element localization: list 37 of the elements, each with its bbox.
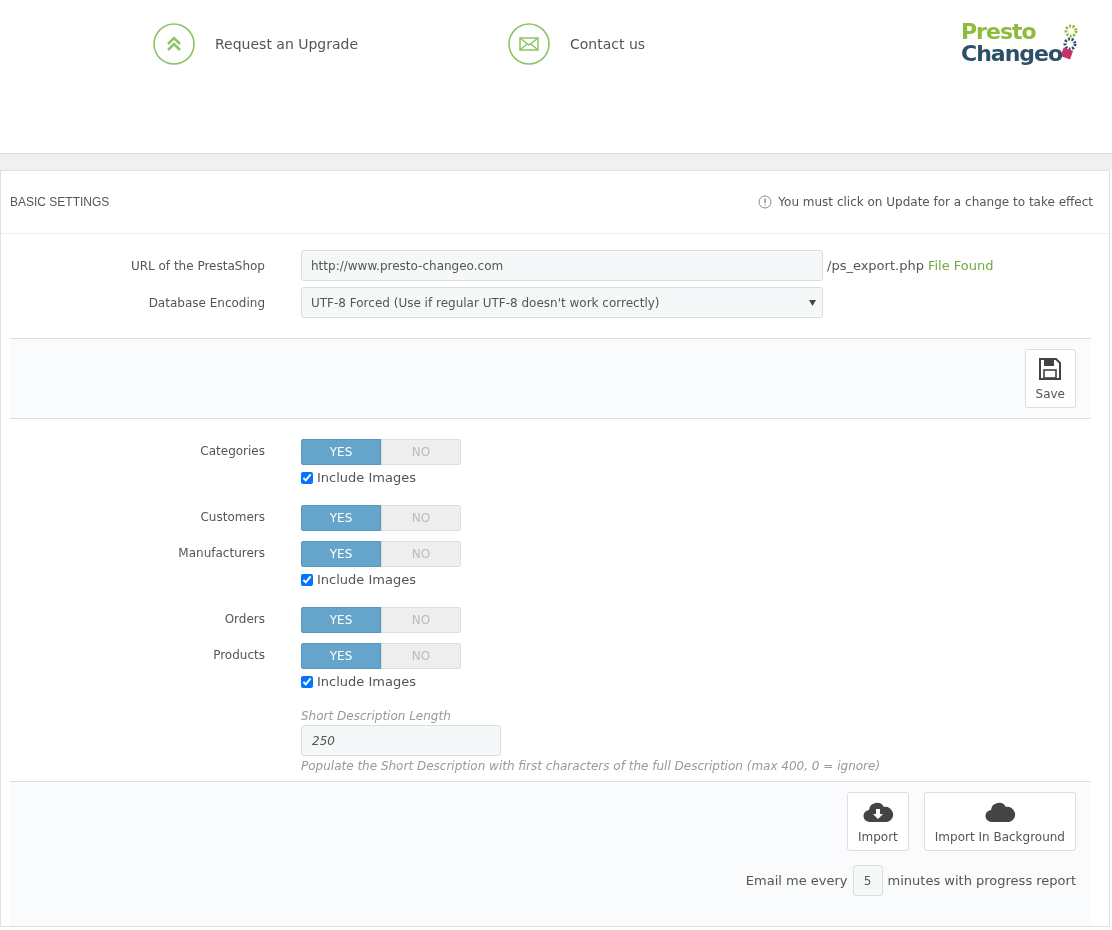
option-label: Products: [212, 647, 265, 664]
field-label: URL of the PrestaShop: [129, 258, 265, 273]
logo: Presto Changeo: [961, 21, 1081, 65]
header-link[interactable]: Request an Upgrade: [153, 23, 508, 65]
length-field[interactable]: 250: [301, 725, 501, 756]
option-label: Orders: [223, 611, 265, 628]
help-text: Populate the Short Description with first characters of the full Description (max 400, 0 = ignore): [301, 759, 882, 773]
notice-text: You must click on Update for a change to take effect: [778, 195, 1093, 209]
envelope-icon: [508, 23, 550, 65]
include-images-checkbox[interactable]: [301, 471, 313, 484]
option-label: Manufacturers: [177, 545, 265, 562]
import-button[interactable]: Import: [846, 792, 909, 851]
caret-icon: [809, 299, 816, 306]
panel-title: BASIC SETTINGS: [10, 195, 110, 209]
include-images-checkbox[interactable]: [301, 573, 313, 586]
field-label: Short Description Length: [301, 709, 452, 723]
cloud-download-icon: [861, 800, 894, 824]
field-label: Database Encoding: [147, 295, 265, 310]
checkbox-label: Include Images: [317, 572, 416, 587]
double-chevron-up-icon: [153, 23, 195, 65]
save-button[interactable]: Save: [1024, 349, 1076, 408]
option-label: Categories: [199, 443, 265, 460]
header-link[interactable]: Contact us: [508, 23, 863, 65]
cloud-icon: [983, 800, 1016, 824]
encoding-select[interactable]: UTF-8 Forced (Use if regular UTF-8 doesn't work correctly): [301, 287, 823, 318]
url-suffix: /ps_export.php: [827, 258, 924, 273]
checkbox-label: Include Images: [317, 470, 416, 485]
file-status: File Found: [927, 258, 994, 273]
option-label: Customers: [199, 509, 265, 526]
background-import-button[interactable]: Import In Background: [923, 792, 1076, 851]
email-label: minutes with progress report: [887, 873, 1076, 888]
include-images-checkbox[interactable]: [301, 675, 313, 688]
info-icon: [758, 195, 773, 209]
url-field[interactable]: http://www.presto-changeo.com: [301, 250, 823, 281]
minutes-field[interactable]: 5: [852, 865, 883, 896]
checkbox-label: Include Images: [317, 674, 416, 689]
email-label: Email me every: [745, 873, 848, 888]
